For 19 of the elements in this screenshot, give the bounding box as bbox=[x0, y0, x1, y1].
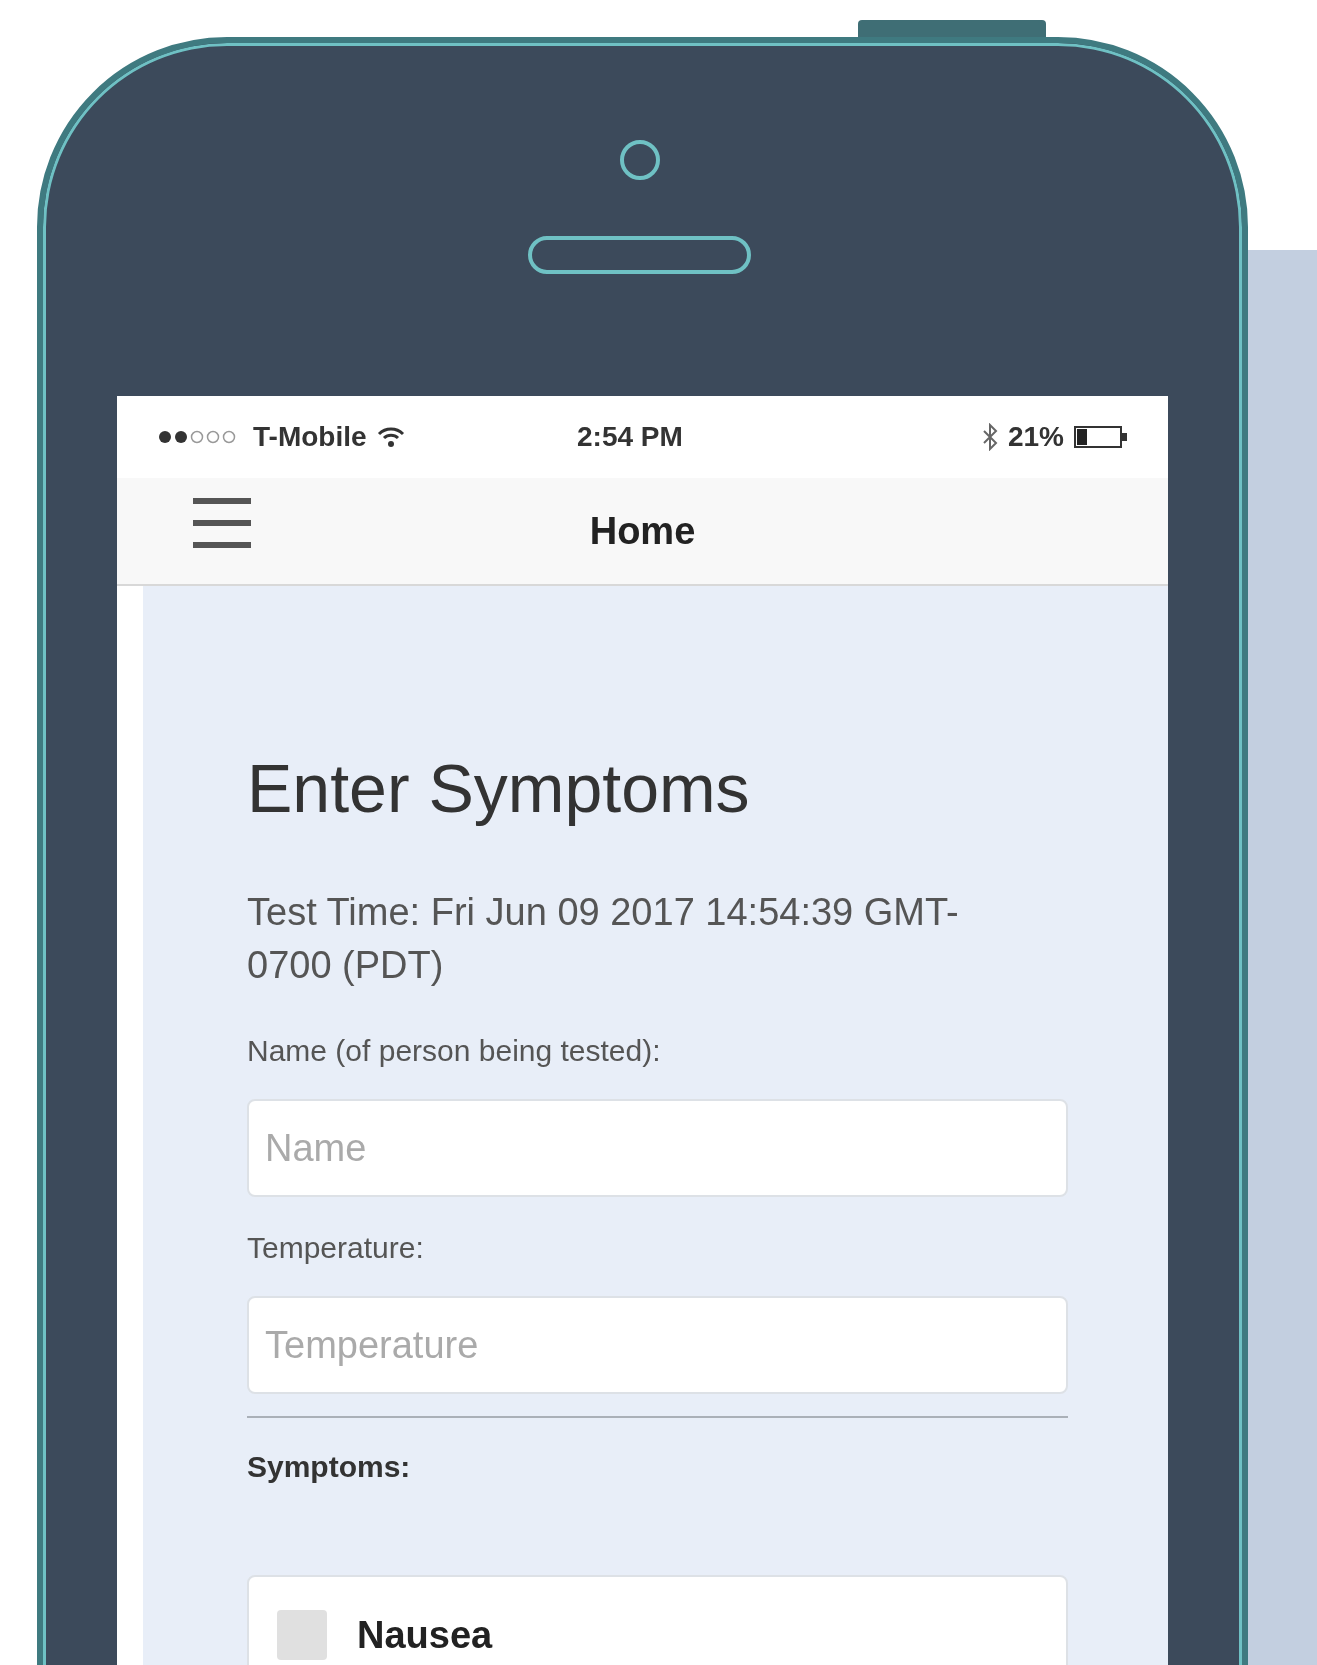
bluetooth-icon bbox=[981, 423, 998, 451]
section-title: Symptoms: bbox=[247, 1449, 412, 1486]
battery-text: 21% bbox=[1007, 420, 1064, 454]
battery-icon bbox=[1074, 426, 1128, 448]
text-field[interactable]: Name bbox=[247, 1099, 1068, 1198]
field-label: Temperature: bbox=[247, 1230, 425, 1267]
nav-title: Home bbox=[589, 508, 696, 554]
clock-text: 2:54 PM bbox=[577, 421, 683, 452]
menu-icon[interactable] bbox=[193, 496, 251, 550]
camera-icon bbox=[620, 140, 660, 180]
checkbox[interactable] bbox=[277, 1610, 327, 1661]
carrier-text: T-Mobile bbox=[253, 420, 367, 454]
text-field[interactable]: Temperature bbox=[247, 1296, 1068, 1395]
page-heading: Enter Symptoms bbox=[247, 751, 751, 826]
wifi-icon bbox=[376, 426, 405, 448]
symptom-option[interactable]: Nausea bbox=[247, 1575, 1068, 1665]
symptom-label: Nausea bbox=[357, 1612, 493, 1658]
test-time-text: Test Time: Fri Jun 09 2017 14:54:39 GMT-0700 (PDT) bbox=[247, 889, 960, 988]
field-label: Name (of person being tested): bbox=[247, 1033, 662, 1070]
